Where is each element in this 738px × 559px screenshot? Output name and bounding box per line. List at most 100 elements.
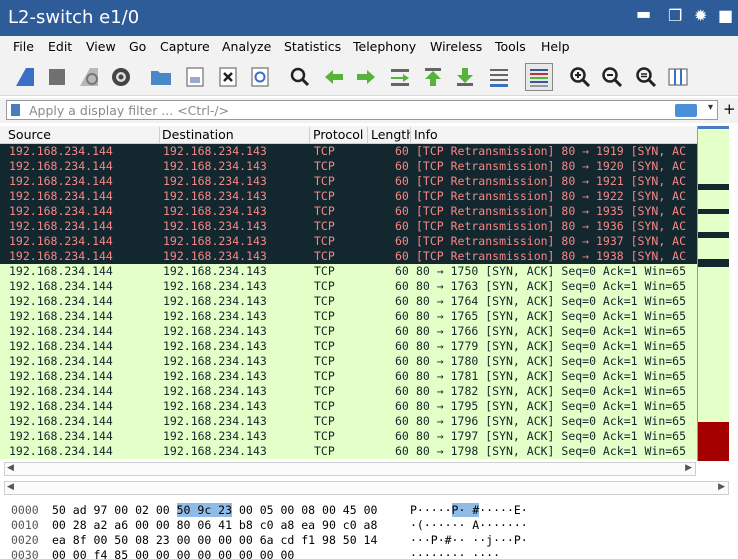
- hex-row: 0010 00 28 a2 a6 00 00 80 06 41 b8 c0 a8 …: [0, 518, 738, 533]
- zoom-out-icon[interactable]: [598, 63, 626, 91]
- menu-wireless[interactable]: Wireless: [430, 39, 482, 54]
- restart-icon[interactable]: [75, 63, 103, 91]
- packet-source: 192.168.234.144: [9, 414, 113, 428]
- close-file-icon[interactable]: [214, 63, 242, 91]
- restore-icon[interactable]: ❐: [668, 6, 682, 25]
- column-protocol[interactable]: Protocol: [313, 127, 368, 143]
- display-filter-input[interactable]: Apply a display filter ... <Ctrl-/> ▾: [6, 100, 718, 120]
- minimize-icon[interactable]: ▬: [636, 4, 651, 23]
- packet-row[interactable]: 192.168.234.144 192.168.234.143 TCP 60 80 → …: [0, 264, 697, 279]
- autoscroll-icon[interactable]: [485, 63, 513, 91]
- forward-arrow-icon[interactable]: [352, 63, 380, 91]
- hex-ascii[interactable]: P·····P· #·····E·: [410, 503, 528, 518]
- menu-go[interactable]: Go: [129, 39, 146, 54]
- menu-edit[interactable]: Edit: [48, 39, 72, 54]
- stop-icon[interactable]: [43, 63, 71, 91]
- close-icon[interactable]: ■: [718, 6, 733, 25]
- menu-capture[interactable]: Capture: [160, 39, 210, 54]
- menu-file[interactable]: File: [13, 39, 34, 54]
- hex-bytes[interactable]: 50 ad 97 00 02 00 50 9c 23 00 05 00 08 0…: [52, 503, 377, 518]
- find-packet-icon[interactable]: [286, 63, 314, 91]
- add-filter-button[interactable]: +: [723, 100, 736, 118]
- go-to-packet-icon[interactable]: [386, 63, 414, 91]
- column-destination[interactable]: Destination: [162, 127, 310, 143]
- menu-view[interactable]: View: [86, 39, 116, 54]
- packet-row[interactable]: 192.168.234.144 192.168.234.143 TCP 60 [TCP …: [0, 204, 697, 219]
- shark-fin-start-icon[interactable]: [11, 63, 39, 91]
- packet-info: [TCP Retransmission] 80 → 1920 [SYN, AC: [416, 159, 687, 173]
- packet-row[interactable]: 192.168.234.144 192.168.234.143 TCP 60 80 → …: [0, 279, 697, 294]
- packet-row[interactable]: 192.168.234.144 192.168.234.143 TCP 60 80 → …: [0, 324, 697, 339]
- packet-row[interactable]: 192.168.234.144 192.168.234.143 TCP 60 80 → …: [0, 294, 697, 309]
- packet-length: 60: [395, 429, 409, 443]
- packet-row[interactable]: 192.168.234.144 192.168.234.143 TCP 60 80 → …: [0, 339, 697, 354]
- packet-row[interactable]: 192.168.234.144 192.168.234.143 TCP 60 80 → …: [0, 384, 697, 399]
- resize-columns-icon[interactable]: [664, 63, 692, 91]
- capture-options-gear-icon[interactable]: [107, 63, 135, 91]
- packet-destination: 192.168.234.143: [163, 399, 267, 413]
- first-packet-icon[interactable]: [419, 63, 447, 91]
- scroll-right-icon[interactable]: ▶: [718, 482, 725, 492]
- packet-row[interactable]: 192.168.234.144 192.168.234.143 TCP 60 [TCP …: [0, 219, 697, 234]
- column-source[interactable]: Source: [8, 127, 160, 143]
- hex-bytes[interactable]: 00 00 f4 85 00 00 00 00 00 00 00 00: [52, 548, 294, 559]
- menu-tools[interactable]: Tools: [495, 39, 526, 54]
- packet-row[interactable]: 192.168.234.144 192.168.234.143 TCP 60 80 → …: [0, 354, 697, 369]
- packet-row[interactable]: 192.168.234.144 192.168.234.143 TCP 60 80 → …: [0, 429, 697, 444]
- normal-size-icon[interactable]: [632, 63, 660, 91]
- main-toolbar: [0, 58, 738, 96]
- packet-row[interactable]: 192.168.234.144 192.168.234.143 TCP 60 80 → …: [0, 399, 697, 414]
- packet-destination: 192.168.234.143: [163, 204, 267, 218]
- packet-source: 192.168.234.144: [9, 219, 113, 233]
- scroll-left-icon[interactable]: ◀: [7, 482, 14, 492]
- packet-row[interactable]: 192.168.234.144 192.168.234.143 TCP 60 80 → …: [0, 444, 697, 459]
- minimap-retransmission-mark: [698, 259, 729, 267]
- hex-bytes-segment: 50 ad 97 00 02 00: [52, 503, 177, 517]
- packet-row[interactable]: 192.168.234.144 192.168.234.143 TCP 60 [TCP …: [0, 144, 697, 159]
- packet-row[interactable]: 192.168.234.144 192.168.234.143 TCP 60 [TCP …: [0, 189, 697, 204]
- packet-source: 192.168.234.144: [9, 369, 113, 383]
- hex-ascii[interactable]: ········ ····: [410, 548, 500, 559]
- settings-gear-icon[interactable]: ✹: [694, 6, 707, 25]
- reload-icon[interactable]: [246, 63, 274, 91]
- apply-filter-arrow-icon[interactable]: [675, 104, 697, 117]
- menu-telephony[interactable]: Telephony: [353, 39, 416, 54]
- hex-ascii[interactable]: ···P·#·· ··j···P·: [410, 533, 528, 548]
- packet-row[interactable]: 192.168.234.144 192.168.234.143 TCP 60 [TCP …: [0, 159, 697, 174]
- packet-length: 60: [395, 414, 409, 428]
- last-packet-icon[interactable]: [451, 63, 479, 91]
- packet-row[interactable]: 192.168.234.144 192.168.234.143 TCP 60 [TCP …: [0, 234, 697, 249]
- packet-list-hscrollbar[interactable]: ◀ ▶: [4, 462, 696, 476]
- save-file-icon[interactable]: [181, 63, 209, 91]
- menu-statistics[interactable]: Statistics: [284, 39, 341, 54]
- hex-bytes[interactable]: ea 8f 00 50 08 23 00 00 00 00 6a cd f1 9…: [52, 533, 377, 548]
- back-arrow-icon[interactable]: [320, 63, 348, 91]
- hex-ascii[interactable]: ·(······ A·······: [410, 518, 528, 533]
- filter-placeholder: Apply a display filter ... <Ctrl-/>: [29, 103, 230, 118]
- packet-row[interactable]: 192.168.234.144 192.168.234.143 TCP 60 [TCP …: [0, 249, 697, 264]
- menu-analyze[interactable]: Analyze: [222, 39, 271, 54]
- packet-length: 60: [395, 174, 409, 188]
- packet-row[interactable]: 192.168.234.144 192.168.234.143 TCP 60 [TCP …: [0, 174, 697, 189]
- zoom-in-icon[interactable]: [566, 63, 594, 91]
- open-folder-icon[interactable]: [147, 63, 175, 91]
- filter-history-chevron-down-icon[interactable]: ▾: [708, 102, 713, 113]
- packet-source: 192.168.234.144: [9, 174, 113, 188]
- scroll-left-icon[interactable]: ◀: [7, 463, 14, 473]
- bookmark-icon[interactable]: [11, 104, 20, 116]
- menu-bar: File Edit View Go Capture Analyze Statis…: [0, 36, 738, 58]
- packet-row[interactable]: 192.168.234.144 192.168.234.143 TCP 60 80 → …: [0, 369, 697, 384]
- details-hscrollbar[interactable]: ◀ ▶: [4, 481, 729, 495]
- column-length[interactable]: Length: [371, 127, 411, 143]
- packet-destination: 192.168.234.143: [163, 354, 267, 368]
- menu-help[interactable]: Help: [541, 39, 570, 54]
- packet-minimap-scrollbar[interactable]: [697, 126, 729, 461]
- packet-row[interactable]: 192.168.234.144 192.168.234.143 TCP 60 80 → …: [0, 309, 697, 324]
- packet-protocol: TCP: [314, 279, 335, 293]
- column-info[interactable]: Info: [414, 127, 697, 143]
- colorize-icon[interactable]: [525, 63, 553, 91]
- hex-bytes[interactable]: 00 28 a2 a6 00 00 80 06 41 b8 c0 a8 ea 9…: [52, 518, 377, 533]
- packet-row[interactable]: 192.168.234.144 192.168.234.143 TCP 60 80 → …: [0, 414, 697, 429]
- packet-length: 60: [395, 234, 409, 248]
- scroll-right-icon[interactable]: ▶: [685, 463, 692, 473]
